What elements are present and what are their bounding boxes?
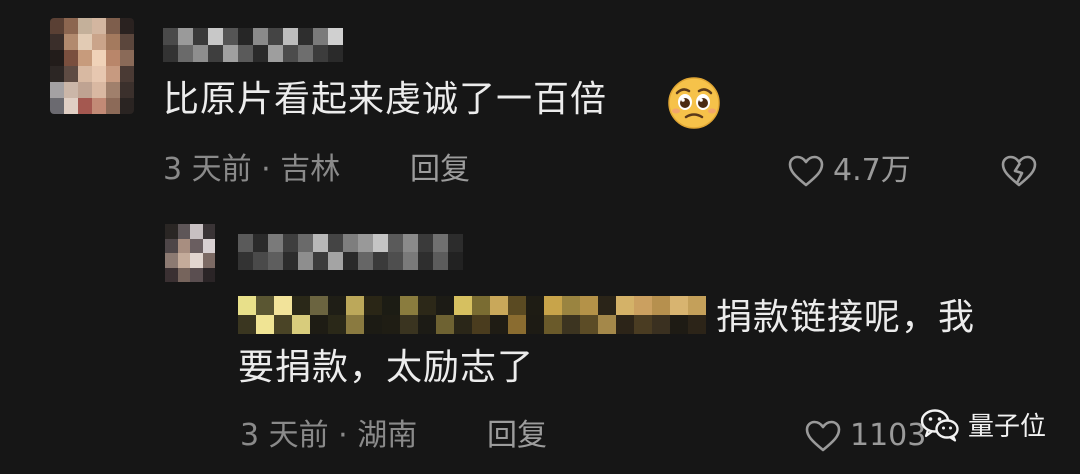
heart-outline-icon[interactable] <box>787 154 825 188</box>
reply-like-count: 1103 <box>850 418 927 453</box>
commenter-avatar[interactable] <box>50 18 134 114</box>
reply-avatar[interactable] <box>165 224 215 282</box>
commenter-name[interactable] <box>163 28 343 62</box>
pleading-face-emoji-icon <box>667 76 721 130</box>
reply-to-reply-button[interactable]: 回复 <box>487 418 547 454</box>
mention-link[interactable] <box>238 296 706 334</box>
broken-heart-icon[interactable] <box>1000 154 1038 188</box>
reply-text-line2: 要捐款，太励志了 <box>238 347 535 388</box>
reply-meta: 3 天前 · 湖南 <box>240 418 418 453</box>
watermark-text: 量子位 <box>968 412 1047 442</box>
reply-author-name[interactable] <box>238 234 463 270</box>
heart-outline-icon[interactable] <box>804 419 842 453</box>
watermark: 量子位 <box>920 406 1046 443</box>
comment-text: 比原片看起来虔诚了一百倍 <box>163 79 608 120</box>
reply-text-line1: 捐款链接呢，我 <box>716 297 976 338</box>
like-count: 4.7万 <box>833 153 911 188</box>
comment-meta: 3 天前 · 吉林 <box>163 152 341 187</box>
wechat-icon <box>920 408 960 442</box>
reply-button[interactable]: 回复 <box>410 152 470 188</box>
